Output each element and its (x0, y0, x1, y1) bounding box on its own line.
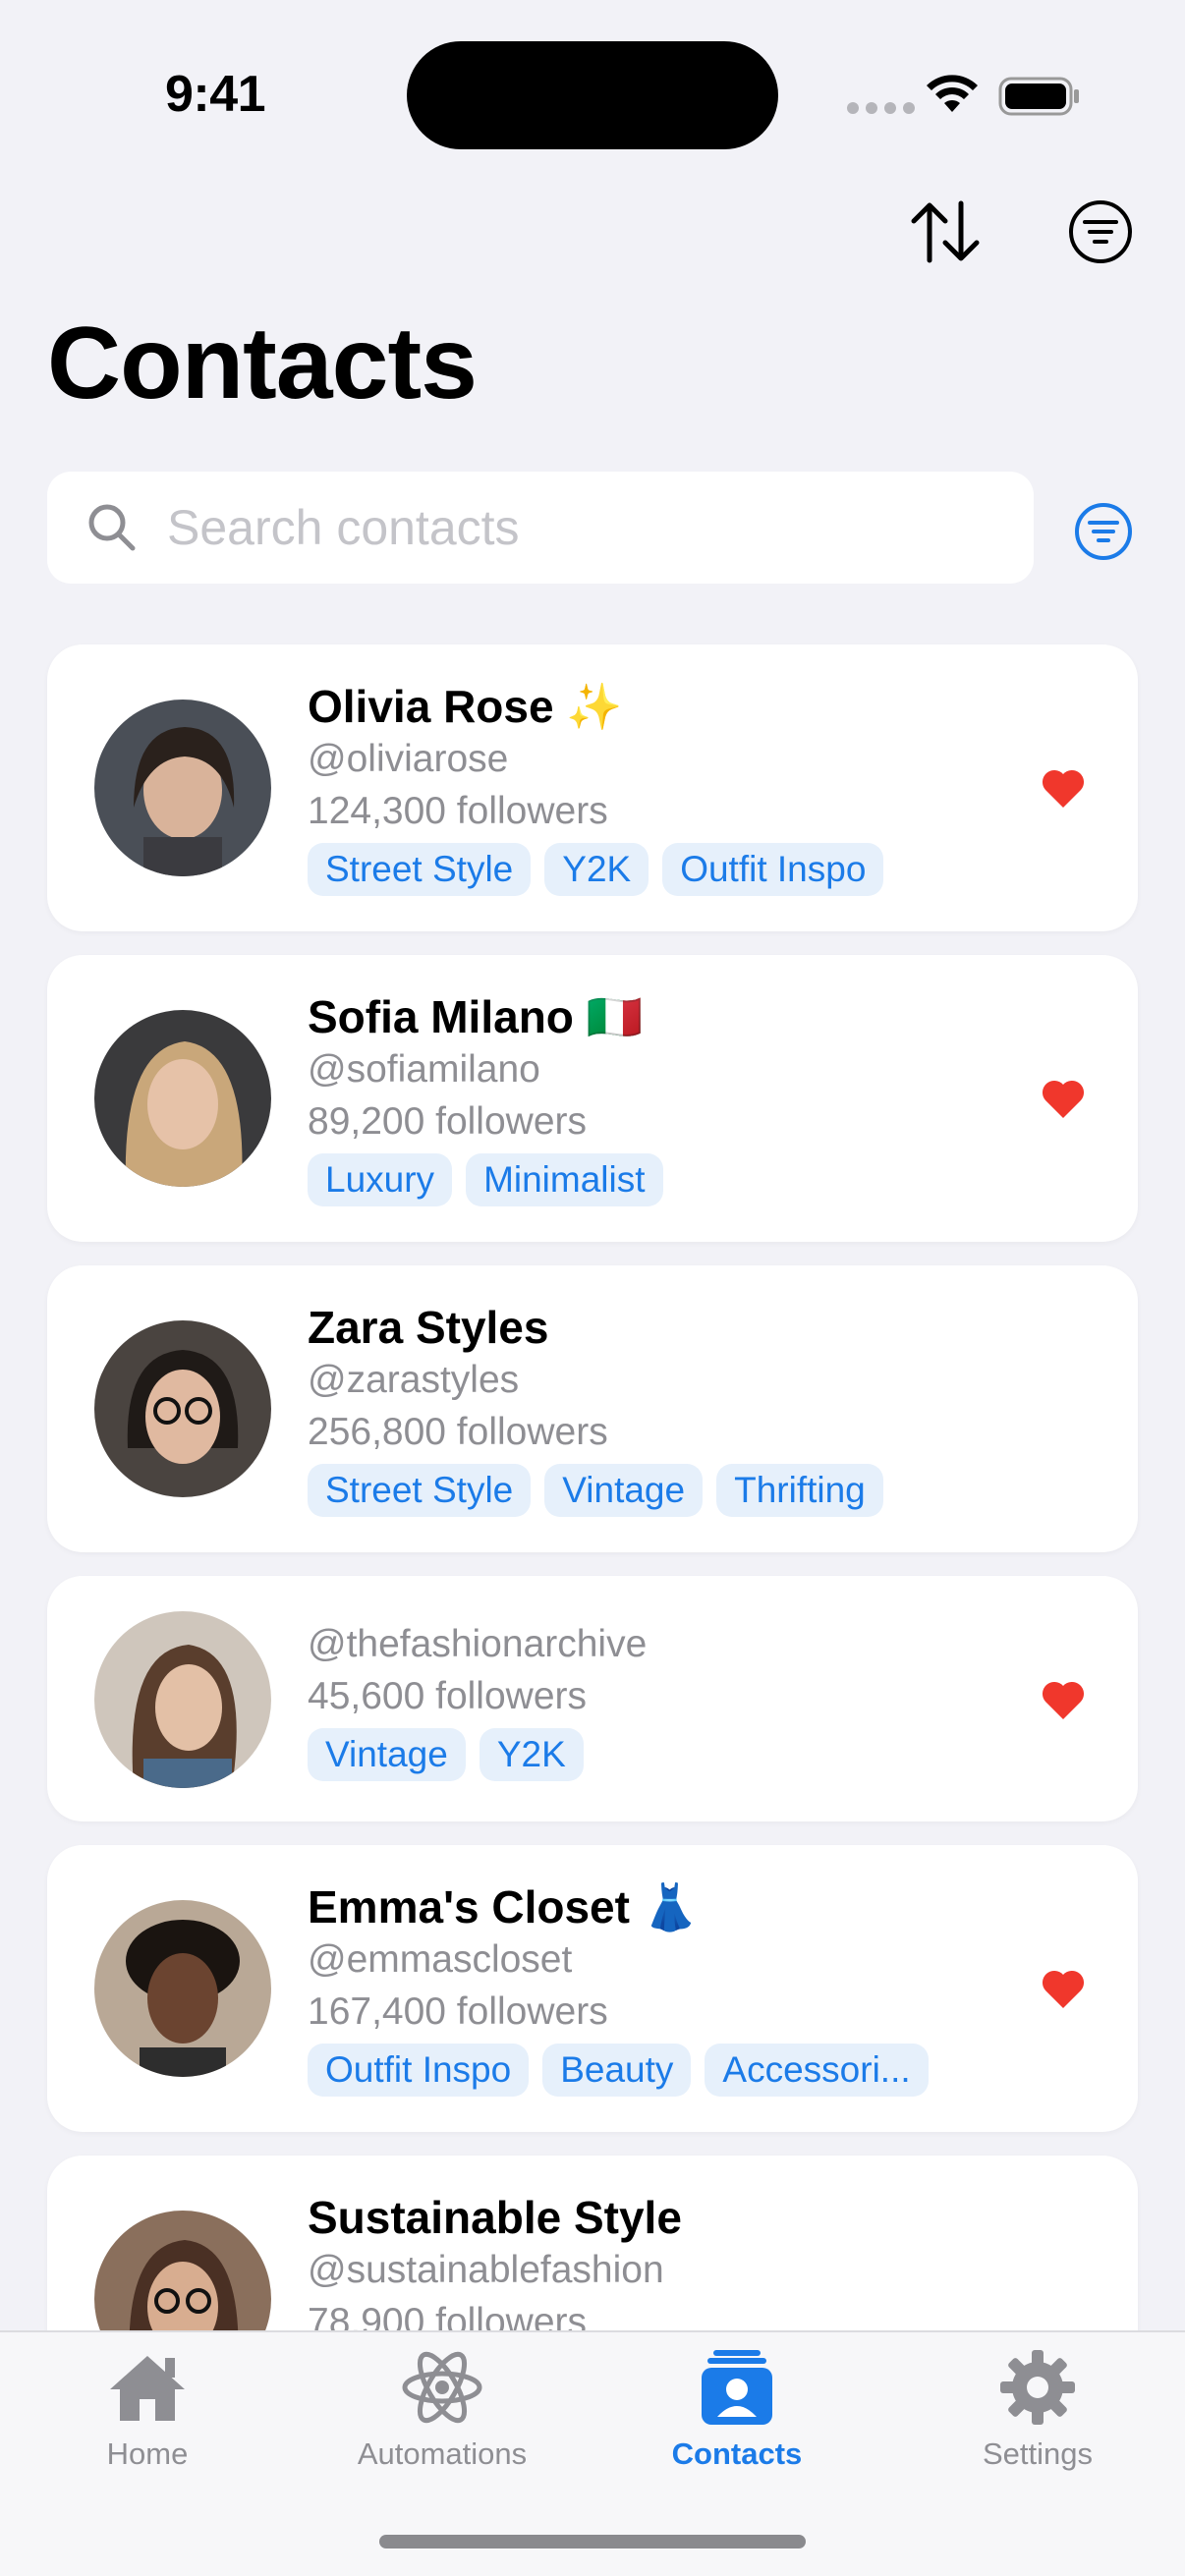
follower-count: 89,200 followers (308, 1100, 588, 1143)
contacts-screen: 9:41 Contacts Search contacts Olivia Ros… (0, 0, 1185, 2576)
contact-handle: @thefashionarchive (308, 1623, 648, 1665)
tag[interactable]: Beauty (542, 2044, 692, 2097)
contact-card[interactable]: Olivia Rose ✨ @oliviarose 124,300 follow… (47, 644, 1138, 931)
follower-count: 124,300 followers (308, 790, 608, 832)
follower-count: 167,400 followers (308, 1990, 608, 2033)
tag-list: Outfit Inspo Beauty Accessori... (308, 2044, 929, 2097)
cellular-signal-icon (847, 102, 915, 114)
tab-label: Settings (982, 2436, 1093, 2471)
favorite-heart-icon[interactable] (1040, 1077, 1087, 1120)
tab-settings[interactable]: Settings (890, 2346, 1185, 2493)
gear-icon (996, 2346, 1079, 2429)
home-indicator (379, 2535, 806, 2548)
tab-home[interactable]: Home (0, 2346, 295, 2493)
tag[interactable]: Luxury (308, 1153, 453, 1206)
page-title: Contacts (47, 307, 478, 420)
search-input[interactable] (167, 499, 973, 556)
tab-label: Contacts (671, 2436, 803, 2471)
sort-button[interactable] (898, 185, 992, 279)
contact-handle: @sofiamilano (308, 1048, 540, 1091)
tag[interactable]: Accessori... (705, 2044, 929, 2097)
search-icon (88, 504, 136, 551)
tag[interactable]: Street Style (308, 843, 532, 896)
tag[interactable]: Vintage (308, 1728, 466, 1781)
contact-card[interactable]: Emma's Closet 👗 @emmascloset 167,400 fol… (47, 1845, 1138, 2132)
avatar (94, 1900, 271, 2077)
avatar (94, 1320, 271, 1497)
tag[interactable]: Street Style (308, 1464, 532, 1517)
tab-automations[interactable]: Automations (295, 2346, 590, 2493)
status-time: 9:41 (165, 66, 266, 123)
contact-name: Emma's Closet 👗 (308, 1881, 700, 1932)
contacts-icon (696, 2346, 778, 2429)
tag-list: Street Style Y2K Outfit Inspo (308, 843, 884, 896)
tag[interactable]: Thrifting (716, 1464, 883, 1517)
tag[interactable]: Outfit Inspo (308, 2044, 530, 2097)
favorite-heart-icon[interactable] (1040, 1967, 1087, 2010)
tag-list: Luxury Minimalist (308, 1153, 663, 1206)
wifi-icon (927, 75, 978, 112)
contact-handle: @emmascloset (308, 1938, 573, 1981)
contact-name: Olivia Rose ✨ (308, 681, 623, 732)
contact-card[interactable]: @thefashionarchive 45,600 followers Vint… (47, 1576, 1138, 1821)
contact-name: Sustainable Style (308, 2192, 682, 2243)
avatar (94, 700, 271, 876)
filter-button[interactable] (1053, 185, 1148, 279)
contact-handle: @zarastyles (308, 1359, 520, 1401)
favorite-heart-icon[interactable] (1040, 766, 1087, 810)
tag[interactable]: Vintage (544, 1464, 704, 1517)
contact-name: Zara Styles (308, 1302, 549, 1353)
tag[interactable]: Y2K (479, 1728, 584, 1781)
tag-list: Vintage Y2K (308, 1728, 584, 1781)
atom-icon (401, 2346, 483, 2429)
tag-list: Street Style Vintage Thrifting (308, 1464, 883, 1517)
contact-name: Sofia Milano 🇮🇹 (308, 991, 643, 1042)
contact-handle: @sustainablefashion (308, 2249, 664, 2291)
avatar (94, 1010, 271, 1187)
filter-circle-icon (1069, 200, 1132, 263)
follower-count: 45,600 followers (308, 1675, 588, 1717)
avatar (94, 1611, 271, 1788)
tag[interactable]: Minimalist (466, 1153, 663, 1206)
tab-label: Automations (357, 2436, 528, 2471)
tab-contacts[interactable]: Contacts (590, 2346, 884, 2493)
filter-circle-icon (1075, 503, 1132, 560)
follower-count: 256,800 followers (308, 1411, 608, 1453)
favorite-heart-icon[interactable] (1040, 1678, 1087, 1721)
house-icon (106, 2346, 189, 2429)
battery-icon (998, 77, 1079, 116)
tag[interactable]: Outfit Inspo (662, 843, 884, 896)
contact-card[interactable]: Sofia Milano 🇮🇹 @sofiamilano 89,200 foll… (47, 955, 1138, 1242)
contact-card[interactable]: Zara Styles @zarastyles 256,800 follower… (47, 1265, 1138, 1552)
contact-handle: @oliviarose (308, 738, 509, 780)
tab-label: Home (106, 2436, 189, 2471)
search-bar[interactable] (47, 472, 1034, 584)
sort-arrows-icon (911, 200, 980, 263)
search-filter-button[interactable] (1067, 495, 1140, 568)
tag[interactable]: Y2K (544, 843, 649, 896)
dynamic-island (407, 41, 778, 149)
status-bar: 9:41 (0, 0, 1185, 177)
